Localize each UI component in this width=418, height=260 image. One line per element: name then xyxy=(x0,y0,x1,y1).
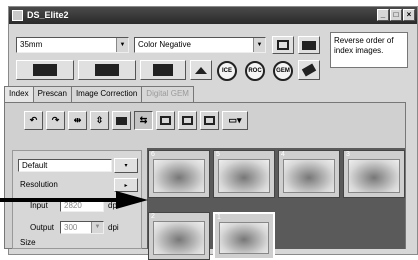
settings-1-icon xyxy=(160,116,171,125)
flip-horizontal-icon: ⇹ xyxy=(73,115,82,125)
tab-digital-gem: Digital GEM xyxy=(141,86,194,102)
frame-image xyxy=(348,159,400,193)
resolution-label: Resolution xyxy=(20,180,58,189)
chevron-down-icon: ▼ xyxy=(116,38,128,52)
scan-button[interactable] xyxy=(298,36,320,54)
scan-icon xyxy=(302,40,316,50)
output-resolution-select[interactable]: 300 ▼ xyxy=(60,221,104,234)
frame-number: 5 xyxy=(216,151,220,158)
film-frames-button[interactable] xyxy=(78,60,136,80)
film-slide-icon xyxy=(153,64,173,76)
view-menu-button[interactable]: ▭▾ xyxy=(222,111,248,130)
chevron-right-icon: ▸ xyxy=(124,182,128,189)
settings-1-button[interactable] xyxy=(156,111,175,130)
input-resolution-value: 2820 xyxy=(64,201,82,210)
frame-number: 3 xyxy=(346,151,350,158)
ice-button[interactable]: ICE xyxy=(217,61,237,81)
rotate-left-button[interactable]: ↶ xyxy=(24,111,43,130)
gem-button[interactable]: GEM xyxy=(273,61,293,81)
frame-image xyxy=(153,159,205,193)
maximize-button[interactable]: □ xyxy=(390,9,402,21)
thumbnail-frame[interactable]: 4 xyxy=(278,150,340,198)
rotate-right-button[interactable]: ↷ xyxy=(46,111,65,130)
film-strip-button[interactable] xyxy=(16,60,74,80)
output-unit: dpi xyxy=(108,223,119,232)
save-settings-button[interactable] xyxy=(272,36,294,54)
frame-number: 2 xyxy=(151,213,155,220)
chevron-down-icon: ▾ xyxy=(124,163,128,169)
preset-field[interactable]: Default xyxy=(18,159,112,172)
thumbnail-frame[interactable]: 6 xyxy=(148,150,210,198)
reverse-order-button[interactable]: ⇆ xyxy=(134,111,153,130)
settings-2-button[interactable] xyxy=(178,111,197,130)
preset-value: Default xyxy=(22,161,48,170)
film-type-select[interactable]: Color Negative ▼ xyxy=(134,37,266,53)
title-bar: DS_Elite2 _ □ × xyxy=(9,7,417,24)
film-frames-icon xyxy=(95,64,119,76)
tab-index[interactable]: Index xyxy=(4,86,34,103)
flip-vertical-button[interactable]: ⇳ xyxy=(90,111,109,130)
film-slide-button[interactable] xyxy=(140,60,186,80)
thumbnail-frame[interactable]: 2 xyxy=(148,212,210,260)
view-menu-icon: ▭▾ xyxy=(228,115,242,125)
close-button[interactable]: × xyxy=(403,9,415,21)
callout-arrow-icon xyxy=(116,191,148,209)
reverse-order-tooltip: Reverse order of index images. xyxy=(330,32,408,68)
frame-number: 4 xyxy=(281,151,285,158)
preset-menu-button[interactable]: ▾ xyxy=(114,158,138,173)
callout-arrow-shaft xyxy=(0,198,118,202)
tab-image-correction[interactable]: Image Correction xyxy=(70,86,143,102)
frame-number: 1 xyxy=(217,214,221,221)
settings-3-button[interactable] xyxy=(200,111,219,130)
thumbnail-frame[interactable]: 5 xyxy=(213,150,275,198)
resolution-menu-button[interactable]: ▸ xyxy=(114,178,138,192)
film-strip-icon xyxy=(33,64,57,76)
flip-horizontal-button[interactable]: ⇹ xyxy=(68,111,87,130)
flip-vertical-icon: ⇳ xyxy=(95,115,104,125)
film-type-value: Color Negative xyxy=(138,40,191,49)
save-settings-icon xyxy=(277,40,289,50)
tab-strip: Index Prescan Image Correction Digital G… xyxy=(4,86,194,103)
tab-prescan[interactable]: Prescan xyxy=(32,86,72,102)
output-resolution-value: 300 xyxy=(64,223,78,232)
eject-icon xyxy=(195,66,207,74)
select-all-icon xyxy=(116,116,127,125)
chevron-down-icon: ▼ xyxy=(91,222,103,233)
eraser-icon xyxy=(301,63,317,77)
film-format-value: 35mm xyxy=(20,40,43,49)
size-label: Size xyxy=(20,238,36,247)
window-title: DS_Elite2 xyxy=(27,10,69,20)
output-label: Output xyxy=(30,223,55,232)
eject-button[interactable] xyxy=(190,60,212,80)
frame-number: 6 xyxy=(151,151,155,158)
chevron-down-icon: ▼ xyxy=(253,38,265,52)
thumbnail-frame-selected[interactable]: 1 xyxy=(213,212,275,260)
roc-button[interactable]: ROC xyxy=(245,61,265,81)
settings-2-icon xyxy=(182,116,193,125)
reverse-order-icon: ⇆ xyxy=(139,115,148,125)
film-format-select[interactable]: 35mm ▼ xyxy=(16,37,129,53)
select-all-button[interactable] xyxy=(112,111,131,130)
frame-image xyxy=(283,159,335,193)
rotate-right-icon: ↷ xyxy=(51,115,60,125)
frame-image xyxy=(153,221,205,255)
input-label: Input xyxy=(30,201,48,210)
thumbnail-frame[interactable]: 3 xyxy=(343,150,405,198)
rotate-left-icon: ↶ xyxy=(29,115,38,125)
app-icon xyxy=(12,10,23,21)
frame-image xyxy=(219,222,269,254)
frame-image xyxy=(218,159,270,193)
settings-3-icon xyxy=(204,116,215,125)
eraser-button[interactable] xyxy=(298,60,320,80)
minimize-button[interactable]: _ xyxy=(377,9,389,21)
